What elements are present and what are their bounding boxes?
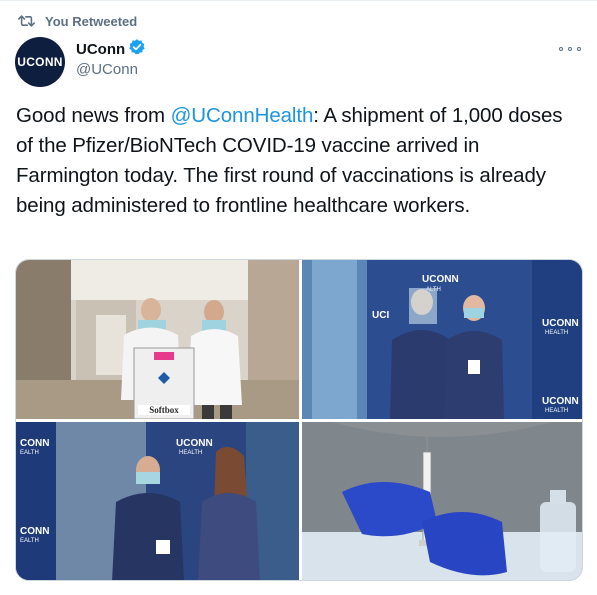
avatar[interactable]: UCONN <box>15 37 65 87</box>
vaccination-female-photo[interactable]: UCONN ALTH UCI UCONN HEALTH UCONN HEALTH <box>302 260 582 419</box>
uconn-sign-top: UCONN <box>422 274 459 285</box>
svg-text:UCONN: UCONN <box>542 396 579 407</box>
media-grid[interactable]: Softbox UCONN ALTH UCI UCONN HEALTH UCON… <box>15 259 583 581</box>
svg-text:EALTH: EALTH <box>20 538 39 544</box>
tweet-text: Good news from @UConnHealth: A shipment … <box>16 101 581 221</box>
svg-text:UCONN: UCONN <box>176 438 213 449</box>
svg-text:HEALTH: HEALTH <box>545 330 568 336</box>
mention-link[interactable]: @UConnHealth <box>171 104 314 127</box>
handle[interactable]: @UConn <box>76 61 146 78</box>
svg-text:HEALTH: HEALTH <box>179 450 202 456</box>
syringe-closeup-photo[interactable] <box>302 422 582 580</box>
tweet-card[interactable]: You Retweeted UCONN UConn @UConn Good ne… <box>0 0 597 595</box>
author-block[interactable]: UConn @UConn <box>76 38 146 78</box>
hallway-shipment-photo[interactable]: Softbox <box>16 260 299 419</box>
svg-text:HEALTH: HEALTH <box>545 408 568 414</box>
display-name[interactable]: UConn <box>76 41 125 58</box>
svg-text:UCONN: UCONN <box>542 318 579 329</box>
softbox-sign: Softbox <box>149 405 179 415</box>
vaccination-male-photo[interactable]: CONN EALTH CONN EALTH UCONN HEALTH <box>16 422 299 580</box>
tweet-text-before: Good news from <box>16 104 171 127</box>
svg-text:EALTH: EALTH <box>20 450 39 456</box>
retweet-icon <box>18 14 35 28</box>
avatar-logo-text: UCONN <box>17 55 63 69</box>
more-options-icon[interactable] <box>559 43 581 55</box>
svg-text:CONN: CONN <box>20 526 49 537</box>
retweet-context: You Retweeted <box>18 11 137 31</box>
svg-text:CONN: CONN <box>20 438 49 449</box>
svg-text:UCI: UCI <box>372 310 389 321</box>
retweet-label: You Retweeted <box>45 13 138 29</box>
verified-badge-icon <box>128 38 146 61</box>
